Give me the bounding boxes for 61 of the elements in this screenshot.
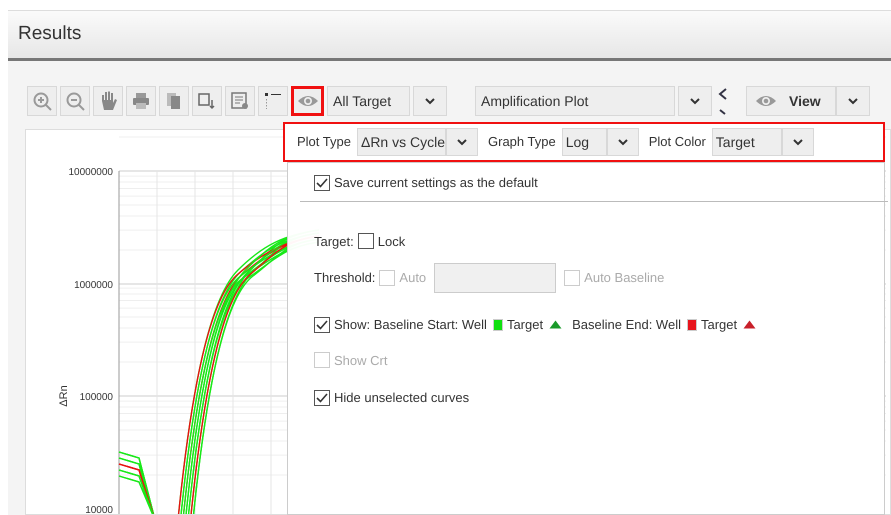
checkbox-label: Hide unselected curves [334, 389, 470, 407]
eye-icon [296, 94, 318, 108]
checkbox-label: Auto Baseline [584, 269, 664, 288]
export-button[interactable] [192, 86, 222, 116]
option-label: Plot Type [297, 133, 351, 152]
export-icon [197, 91, 217, 111]
report-button[interactable] [225, 86, 255, 116]
y-tick-label: 100000 [80, 392, 113, 403]
checkbox[interactable] [314, 174, 330, 191]
checkbox-label: Lock [378, 232, 406, 250]
check-icon [316, 178, 328, 188]
zoom-out-icon [65, 91, 85, 111]
plot-select[interactable]: Amplification Plot [475, 86, 675, 116]
printer-icon [131, 91, 151, 111]
y-tick-label: 1000000 [74, 280, 113, 291]
visibility-button[interactable] [291, 86, 324, 116]
option-select[interactable]: Log [562, 128, 607, 156]
checkbox[interactable] [314, 316, 330, 333]
caret-icon [848, 98, 858, 104]
y-tick-label: 10000 [85, 505, 113, 514]
field-label: Target: [314, 232, 354, 251]
check-icon [316, 320, 328, 330]
legend-label: Target [700, 316, 738, 334]
checkbox-label: Auto [399, 269, 426, 288]
target-select[interactable]: All Target [327, 86, 410, 116]
checkbox[interactable] [314, 390, 330, 406]
caret-icon [690, 98, 700, 104]
checkbox[interactable] [358, 233, 374, 250]
legend-icon [263, 91, 283, 111]
view-button[interactable]: View [746, 86, 836, 116]
dropdown-button[interactable] [782, 128, 814, 156]
copy-button[interactable] [159, 86, 189, 116]
option-select[interactable]: ΔRn vs Cycle [356, 128, 446, 156]
panel-title: Results [18, 22, 82, 46]
eye-icon [755, 94, 777, 108]
hand-button[interactable] [93, 86, 123, 116]
dropdown-button[interactable] [606, 128, 639, 156]
checkbox-label: Show Crt [334, 352, 388, 370]
caret-icon [792, 138, 803, 146]
check-icon [316, 392, 328, 403]
report-icon [230, 91, 250, 111]
legend-label: Baseline End: Well [572, 316, 681, 334]
option-select[interactable]: Target [712, 128, 782, 156]
field-label: Threshold: [314, 269, 376, 288]
zoom-in-icon [32, 91, 52, 111]
caret-icon [457, 138, 468, 146]
collapse-icon [717, 87, 729, 115]
printer-button[interactable] [126, 86, 156, 116]
legend-label: Target [506, 316, 544, 334]
dropdown-button[interactable] [446, 128, 478, 156]
checkbox-label: Save current settings as the default [334, 174, 538, 192]
zoom-out-button[interactable] [60, 86, 90, 116]
y-axis-label: ΔRn [58, 385, 70, 407]
legend-button[interactable] [258, 86, 288, 116]
legend-label: Show: Baseline Start: Well [334, 316, 487, 334]
caret-icon [618, 138, 628, 146]
zoom-in-button[interactable] [27, 86, 57, 116]
option-label: Graph Type [488, 133, 556, 152]
caret-icon [425, 98, 435, 104]
y-tick-label: 10000000 [68, 167, 113, 178]
option-label: Plot Color [648, 133, 706, 152]
